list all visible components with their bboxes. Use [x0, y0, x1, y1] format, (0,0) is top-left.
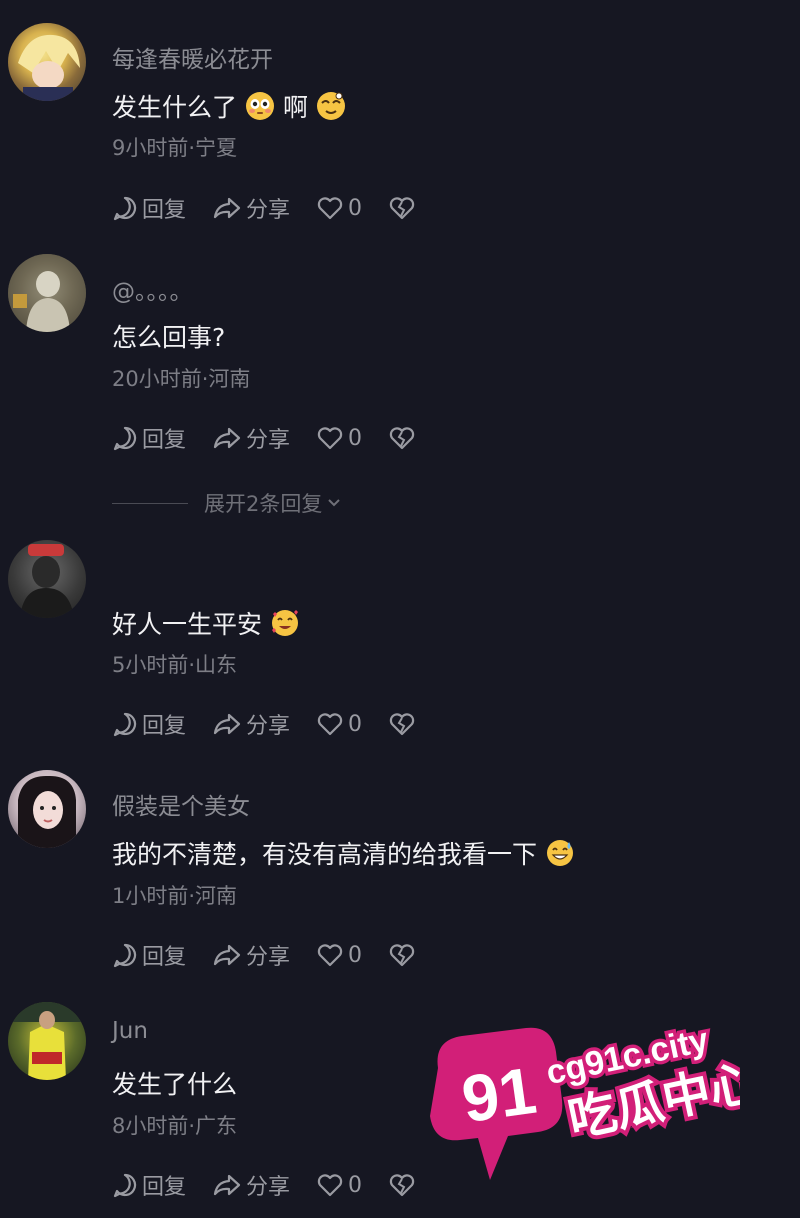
comment-meta: 9小时前·宁夏: [112, 136, 238, 160]
comment-meta: 5小时前·山东: [112, 653, 238, 677]
like-count: 0: [348, 425, 363, 451]
reply-label: 回复: [142, 1175, 187, 1200]
expand-replies-button[interactable]: 展开2条回复: [112, 488, 342, 518]
share-button[interactable]: 分享: [212, 1169, 290, 1201]
like-button[interactable]: 0: [316, 425, 362, 451]
reply-label: 回复: [142, 714, 187, 739]
smiling-face-with-hearts-emoji-icon: [272, 610, 299, 636]
share-button[interactable]: 分享: [212, 192, 290, 224]
dizzy-face-emoji-icon: [317, 92, 346, 120]
divider-line: [112, 502, 188, 504]
reply-button[interactable]: 回复: [112, 1169, 186, 1201]
dislike-button[interactable]: [388, 711, 416, 737]
comment-actions: 回复 分享 0: [112, 709, 442, 739]
comment-actions: 回复 分享 0: [112, 940, 442, 970]
share-arrow-icon: [213, 427, 241, 449]
comment-actions: 回复 分享 0: [112, 423, 442, 453]
share-button[interactable]: 分享: [212, 708, 290, 740]
share-label: 分享: [246, 428, 291, 453]
comment-text: 怎么回事?: [112, 323, 226, 352]
broken-heart-icon: [389, 197, 415, 220]
like-count: 0: [348, 195, 363, 221]
reply-button[interactable]: 回复: [112, 708, 186, 740]
comment-meta: 1小时前·河南: [112, 884, 238, 908]
comment-meta: 20小时前·河南: [112, 367, 251, 391]
reply-bubble-icon: [113, 196, 137, 221]
avatar-image: [18, 34, 80, 101]
heart-icon: [317, 197, 343, 220]
avatar-image: [8, 1002, 86, 1080]
like-button[interactable]: 0: [316, 942, 362, 968]
heart-icon: [317, 944, 343, 967]
heart-icon: [317, 427, 343, 450]
comment-text-suffix: 啊: [283, 93, 309, 122]
broken-heart-icon: [389, 713, 415, 736]
reply-bubble-icon: [113, 712, 137, 737]
flushed-emoji-icon: [246, 92, 275, 120]
reply-button[interactable]: 回复: [112, 192, 186, 224]
dislike-button[interactable]: [388, 425, 416, 451]
like-button[interactable]: 0: [316, 711, 362, 737]
comment-text-main: 发生什么了: [112, 93, 238, 122]
avatar-image: [8, 254, 86, 332]
share-arrow-icon: [213, 1174, 241, 1196]
share-label: 分享: [246, 945, 291, 970]
share-arrow-icon: [213, 713, 241, 735]
reply-bubble-icon: [113, 426, 137, 451]
avatar-image: [20, 544, 74, 618]
watermark-number: 91: [457, 1053, 540, 1136]
share-button[interactable]: 分享: [212, 422, 290, 454]
reply-button[interactable]: 回复: [112, 939, 186, 971]
comment-text: 我的不清楚，有没有高清的给我看一下: [112, 835, 575, 871]
comment-text-main: 我的不清楚，有没有高清的给我看一下: [112, 840, 538, 869]
expand-replies-label: 展开2条回复: [204, 492, 323, 516]
reply-label: 回复: [142, 198, 187, 223]
share-button[interactable]: 分享: [212, 939, 290, 971]
broken-heart-icon: [389, 944, 415, 967]
like-count: 0: [348, 1172, 363, 1198]
share-arrow-icon: [213, 197, 241, 219]
broken-heart-icon: [389, 1174, 415, 1197]
username: 每逢春暖必花开: [112, 47, 273, 73]
share-label: 分享: [246, 1175, 291, 1200]
reply-label: 回复: [142, 428, 187, 453]
dislike-button[interactable]: [388, 942, 416, 968]
reply-button[interactable]: 回复: [112, 422, 186, 454]
comment-meta: 8小时前·广东: [112, 1114, 238, 1138]
username: Jun: [112, 1018, 148, 1044]
reply-bubble-icon: [113, 1173, 137, 1198]
username: 假装是个美女: [112, 794, 250, 820]
comment-text-main: 好人一生平安: [112, 610, 263, 639]
watermark-logo: 91 cg91c.city 吃瓜中心: [430, 1017, 740, 1180]
comment-actions: 回复 分享 0: [112, 193, 442, 223]
share-arrow-icon: [213, 944, 241, 966]
like-count: 0: [348, 711, 363, 737]
avatar[interactable]: [8, 254, 86, 332]
broken-heart-icon: [389, 427, 415, 450]
reply-label: 回复: [142, 945, 187, 970]
avatar[interactable]: [8, 23, 86, 101]
avatar[interactable]: [8, 1002, 86, 1080]
heart-icon: [317, 1174, 343, 1197]
avatar[interactable]: [8, 770, 86, 848]
reply-bubble-icon: [113, 943, 137, 968]
like-button[interactable]: 0: [316, 1172, 362, 1198]
comment-text: 发生了什么: [112, 1070, 238, 1099]
share-label: 分享: [246, 714, 291, 739]
share-label: 分享: [246, 198, 291, 223]
like-button[interactable]: 0: [316, 195, 362, 221]
username: @。。。。: [112, 279, 193, 305]
chevron-down-icon: [328, 499, 341, 507]
comment-text: 发生什么了 啊: [112, 88, 346, 124]
avatar-image: [18, 775, 76, 848]
dislike-button[interactable]: [388, 1172, 416, 1198]
avatar[interactable]: [8, 540, 86, 618]
dislike-button[interactable]: [388, 195, 416, 221]
watermark-badge: 91: [430, 1027, 563, 1180]
comment-actions: 回复 分享 0: [112, 1170, 442, 1200]
grinning-sweat-emoji-icon: [547, 840, 574, 866]
like-count: 0: [348, 942, 363, 968]
comment-text: 好人一生平安: [112, 605, 300, 641]
heart-icon: [317, 713, 343, 736]
